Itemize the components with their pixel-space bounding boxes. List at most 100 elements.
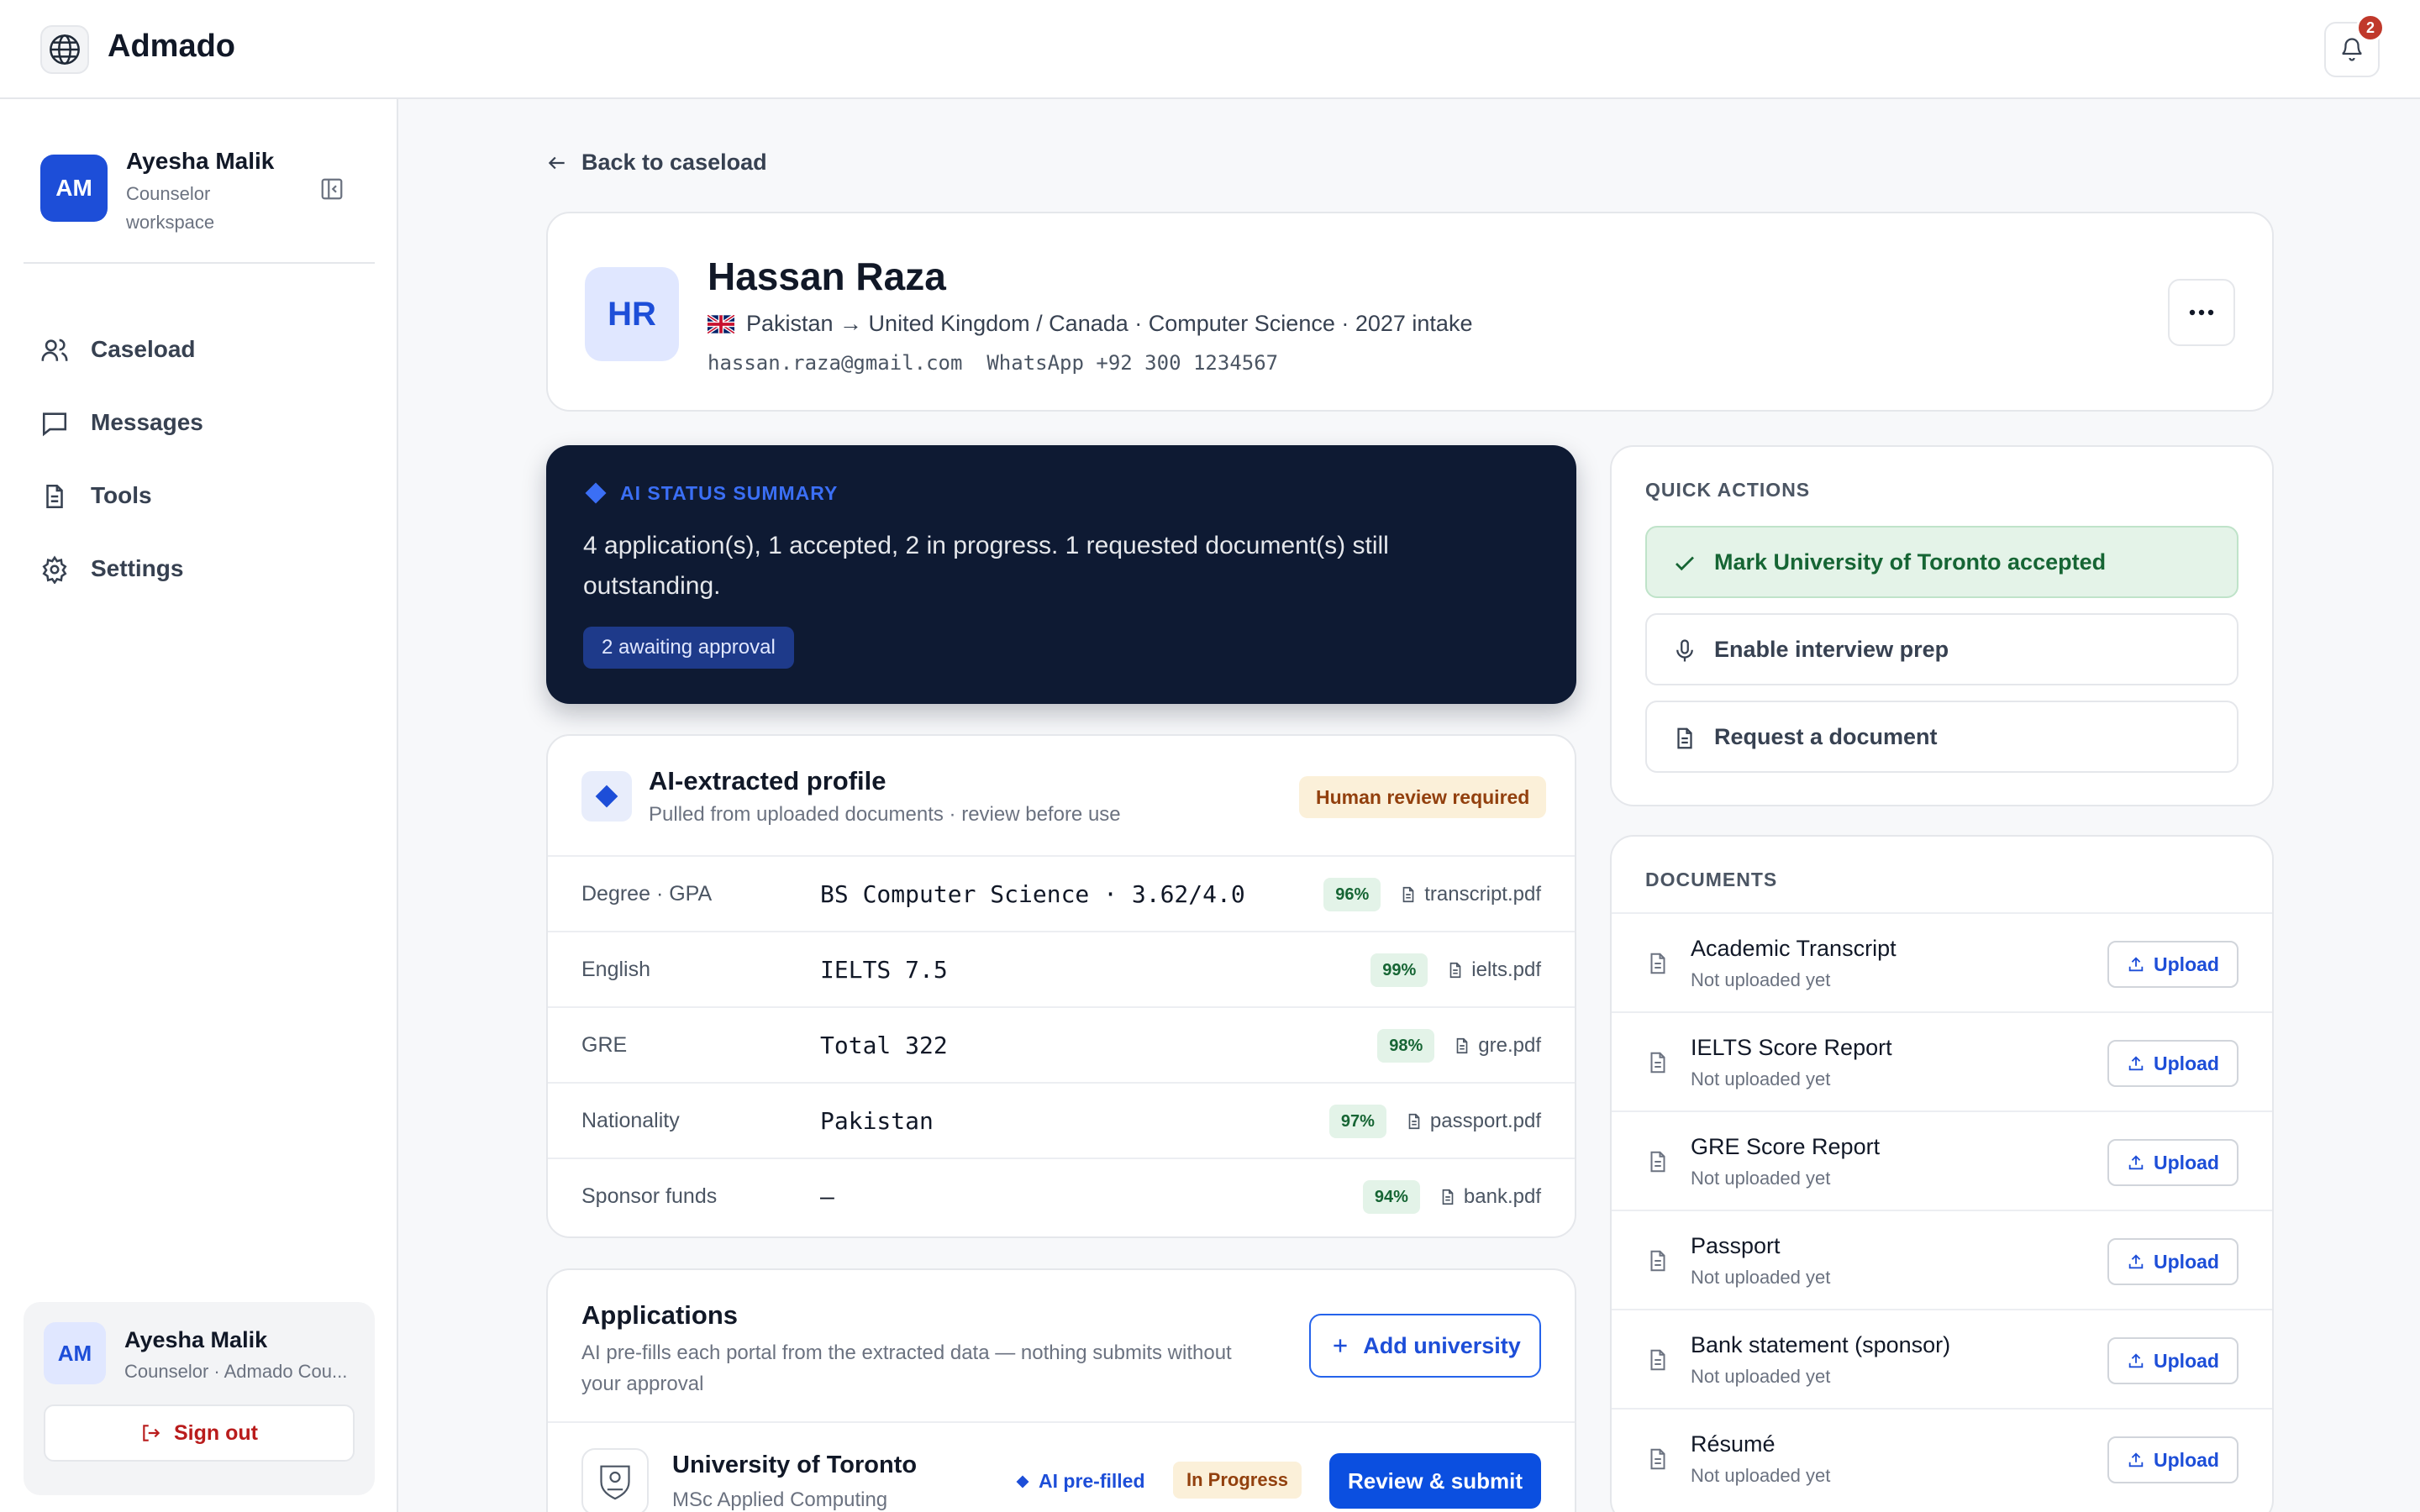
applications-title: Applications — [581, 1300, 739, 1330]
file-icon — [1650, 1151, 1665, 1173]
microphone-icon — [1676, 639, 1693, 662]
ai-prefilled-label: AI pre-filled — [1039, 1470, 1145, 1492]
upload-button[interactable]: Upload — [2107, 1436, 2238, 1483]
request-document-button[interactable]: Request a document — [1645, 701, 2238, 773]
upload-icon — [2128, 1056, 2144, 1071]
upload-button[interactable]: Upload — [2107, 1040, 2238, 1087]
upload-button[interactable]: Upload — [2107, 941, 2238, 988]
profile-field-label: Sponsor funds — [581, 1184, 718, 1208]
document-status: Not uploaded yet — [1691, 1267, 1831, 1288]
plus-icon — [1334, 1339, 1347, 1352]
document-name: Bank statement (sponsor) — [1691, 1332, 1951, 1357]
review-submit-button[interactable]: Review & submit — [1329, 1453, 1541, 1509]
user-card: AM Ayesha Malik Counselor · Admado Cou..… — [24, 1302, 375, 1495]
application-row[interactable]: University of Toronto MSc Applied Comput… — [548, 1421, 1575, 1512]
document-row: IELTS Score Report Not uploaded yet Uplo… — [1612, 1011, 2272, 1110]
file-icon — [1449, 962, 1461, 979]
quick-actions-label: QUICK ACTIONS — [1645, 479, 1811, 501]
documents-card: DOCUMENTS Academic Transcript Not upload… — [1610, 835, 2274, 1512]
upload-label: Upload — [2154, 1349, 2219, 1372]
source-file-name: passport.pdf — [1429, 1110, 1541, 1132]
university-program: MSc Applied Computing — [672, 1488, 888, 1511]
file-icon — [1402, 886, 1414, 903]
sign-out-button[interactable]: Sign out — [44, 1404, 355, 1462]
add-university-button[interactable]: Add university — [1309, 1314, 1541, 1378]
profile-field-value: — — [820, 1183, 834, 1210]
profile-row: English IELTS 7.5 99% ielts.pdf — [548, 931, 1575, 1006]
ai-status-label: AI STATUS SUMMARY — [583, 480, 838, 506]
mark-accepted-button[interactable]: Mark University of Toronto accepted — [1645, 526, 2238, 598]
profile-row: GRE Total 322 98% gre.pdf — [548, 1006, 1575, 1082]
upload-label: Upload — [2154, 1151, 2219, 1173]
document-name: IELTS Score Report — [1691, 1035, 1892, 1060]
avatar: AM — [44, 1322, 106, 1384]
applications-subtitle: AI pre-fills each portal from the extrac… — [581, 1341, 1232, 1395]
document-name: Passport — [1691, 1233, 1781, 1258]
profile-field-value: BS Computer Science · 3.62/4.0 — [820, 880, 1245, 908]
upload-icon — [2128, 957, 2144, 972]
source-file-link[interactable]: ielts.pdf — [1446, 958, 1541, 982]
student-route-text: Pakistan → United Kingdom / Canada · Com… — [746, 311, 1473, 336]
globe-logo-icon[interactable] — [40, 25, 89, 74]
more-options-button[interactable] — [2168, 279, 2235, 346]
collapse-sidebar-icon[interactable] — [319, 176, 345, 202]
source-file-link[interactable]: passport.pdf — [1405, 1110, 1541, 1133]
source-file-link[interactable]: transcript.pdf — [1399, 883, 1541, 906]
profile-field-label: Nationality — [581, 1109, 680, 1132]
upload-button[interactable]: Upload — [2107, 1238, 2238, 1285]
upload-label: Upload — [2154, 1052, 2219, 1074]
upload-button[interactable]: Upload — [2107, 1337, 2238, 1384]
arrow-left-icon — [548, 156, 565, 169]
source-file-name: bank.pdf — [1463, 1185, 1541, 1208]
sidebar: AM Ayesha Malik Counselor workspace Case… — [0, 99, 398, 1512]
status-badge: In Progress — [1173, 1462, 1302, 1499]
upload-icon — [2128, 1254, 2144, 1269]
profile-field-value: Pakistan — [820, 1107, 934, 1135]
document-status: Not uploaded yet — [1691, 1068, 1831, 1089]
ai-diamond-icon — [585, 482, 607, 504]
sidebar-item-settings[interactable]: Settings — [24, 538, 375, 599]
ai-prefilled-tag: AI pre-filled — [1015, 1470, 1145, 1493]
student-email[interactable]: hassan.raza@gmail.com — [708, 351, 962, 375]
source-file-link[interactable]: gre.pdf — [1453, 1034, 1541, 1058]
profile-row: Sponsor funds — 94% bank.pdf — [548, 1158, 1575, 1233]
user-card-name: Ayesha Malik — [124, 1327, 268, 1352]
back-to-caseload-link[interactable]: Back to caseload — [546, 150, 767, 176]
quick-actions-card: QUICK ACTIONS Mark University of Toronto… — [1610, 445, 2274, 806]
source-file-link[interactable]: bank.pdf — [1439, 1185, 1541, 1209]
university-crest-icon — [581, 1448, 649, 1512]
enable-interview-prep-button[interactable]: Enable interview prep — [1645, 613, 2238, 685]
top-bar: Admado 2 — [0, 0, 2420, 99]
sidebar-user-role: Counselor workspace — [126, 183, 215, 233]
quick-action-label: Request a document — [1714, 723, 1938, 749]
profile-field-value: Total 322 — [820, 1032, 948, 1059]
profile-field-value: IELTS 7.5 — [820, 956, 948, 984]
document-row: Bank statement (sponsor) Not uploaded ye… — [1612, 1309, 2272, 1408]
upload-button[interactable]: Upload — [2107, 1139, 2238, 1186]
bell-icon — [2342, 38, 2362, 61]
source-file-name: transcript.pdf — [1424, 883, 1541, 906]
student-whatsapp[interactable]: WhatsApp +92 300 1234567 — [986, 351, 1278, 375]
document-name: Résumé — [1691, 1431, 1776, 1457]
sign-out-icon — [143, 1425, 160, 1441]
ai-status-summary-card: AI STATUS SUMMARY 4 application(s), 1 ac… — [546, 445, 1576, 704]
sidebar-item-caseload[interactable]: Caseload — [24, 319, 375, 380]
avatar: HR — [585, 267, 679, 361]
upload-icon — [2128, 1353, 2144, 1368]
sidebar-item-messages[interactable]: Messages — [24, 392, 375, 453]
confidence-badge: 96% — [1323, 878, 1381, 911]
document-icon — [1677, 727, 1692, 749]
file-icon — [1650, 1349, 1665, 1371]
notification-count-badge: 2 — [2356, 13, 2385, 42]
brand-name: Admado — [108, 29, 235, 64]
sidebar-item-label: Settings — [91, 555, 184, 581]
document-status: Not uploaded yet — [1691, 1366, 1831, 1387]
document-row: Academic Transcript Not uploaded yet Upl… — [1612, 912, 2272, 1011]
document-status: Not uploaded yet — [1691, 969, 1831, 990]
sidebar-item-tools[interactable]: Tools — [24, 465, 375, 526]
document-status: Not uploaded yet — [1691, 1168, 1831, 1189]
user-card-role: Counselor · Admado Cou... — [124, 1361, 348, 1382]
file-icon — [1650, 1448, 1665, 1470]
document-icon — [46, 484, 63, 509]
awaiting-approval-chip[interactable]: 2 awaiting approval — [583, 627, 794, 669]
